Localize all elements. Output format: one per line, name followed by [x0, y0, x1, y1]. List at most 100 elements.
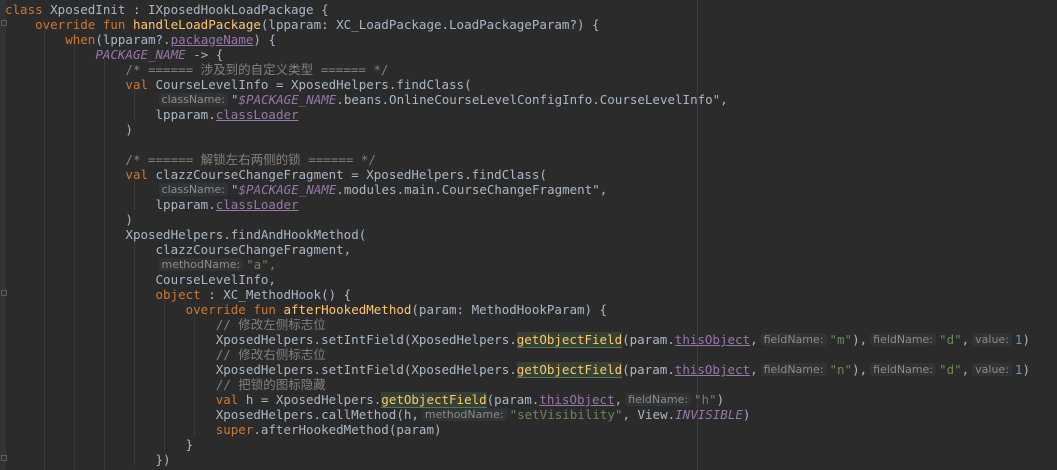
code-line[interactable]: XposedHelpers.setIntField(XposedHelpers.…	[5, 332, 1030, 348]
code-line[interactable]: XposedHelpers.setIntField(XposedHelpers.…	[5, 362, 1030, 378]
code-line[interactable]: lpparam.classLoader	[5, 197, 299, 212]
code-token: .beans.OnlineCourseLevelConfigInfo.Cours…	[336, 92, 728, 107]
code-line[interactable]: object : XC_MethodHook() {	[5, 287, 352, 302]
code-token: : XC_MethodHook() {	[200, 287, 352, 302]
parameter-hint: fieldName:	[760, 333, 827, 346]
code-line[interactable]: val clazzCourseChangeFragment = XposedHe…	[5, 167, 547, 182]
code-token: CourseLevelInfo = XposedHelpers.findClas…	[155, 77, 472, 92]
code-token: (param.	[622, 362, 675, 377]
code-token: override fun	[35, 17, 133, 32]
parameter-hint: className:	[158, 183, 228, 196]
code-token: classLoader	[215, 197, 299, 212]
code-token: // 修改右侧标志位	[215, 347, 326, 362]
parameter-hint: fieldName:	[760, 363, 827, 376]
code-line[interactable]: super.afterHookedMethod(param)	[5, 422, 442, 437]
code-token: (param.	[622, 332, 675, 347]
code-line[interactable]: clazzCourseChangeFragment,	[5, 242, 352, 257]
code-line[interactable]: override fun handleLoadPackage(lpparam: …	[5, 17, 599, 32]
code-line[interactable]: lpparam.classLoader	[5, 107, 299, 122]
code-token: /* ====== 解锁左右两侧的锁 ====== */	[125, 152, 376, 167]
code-token: )	[5, 212, 133, 227]
code-line[interactable]: PACKAGE_NAME -> {	[5, 47, 223, 62]
code-line[interactable]: className: "$PACKAGE_NAME.modules.main.Co…	[5, 182, 607, 197]
code-token: $PACKAGE_NAME	[238, 92, 337, 107]
code-line[interactable]: /* ====== 涉及到的自定义类型 ====== */	[5, 62, 388, 77]
code-line[interactable]: XposedHelpers.findAndHookMethod(	[5, 227, 366, 242]
code-token: "m"	[829, 332, 853, 347]
code-line[interactable]: when(lpparam?.packageName) {	[5, 32, 276, 47]
code-line[interactable]: CourseLevelInfo,	[5, 272, 276, 287]
code-token: XposedHelpers.setIntField(XposedHelpers.	[215, 362, 517, 377]
code-token: INVISIBLE	[675, 407, 743, 422]
code-token: })	[155, 452, 171, 467]
code-line[interactable]: // 修改左侧标志位	[5, 317, 326, 332]
code-token: getObjectField	[381, 392, 487, 408]
code-token: XposedInit	[50, 2, 126, 17]
code-token: clazzCourseChangeFragment = XposedHelper…	[155, 167, 547, 182]
code-token: CourseLevelInfo,	[155, 272, 276, 287]
code-line[interactable]: val CourseLevelInfo = XposedHelpers.find…	[5, 77, 472, 92]
code-token: object	[155, 287, 201, 302]
code-token: super	[215, 422, 254, 437]
code-line[interactable]: class XposedInit : IXposedHookLoadPackag…	[5, 2, 329, 17]
code-line[interactable]: val h = XposedHelpers.getObjectField(par…	[5, 392, 725, 408]
code-token: XposedHelpers.findAndHookMethod(	[125, 227, 367, 242]
code-token: -> {	[185, 47, 224, 62]
code-token: val	[125, 167, 156, 182]
code-token: .modules.main.CourseChangeFragment",	[336, 182, 608, 197]
code-line[interactable]: )	[5, 212, 133, 227]
code-line[interactable]: override fun afterHookedMethod(param: Me…	[5, 302, 607, 317]
code-line[interactable]: }	[5, 437, 194, 452]
code-token: afterHookedMethod	[283, 302, 412, 317]
code-editor[interactable]: class XposedInit : IXposedHookLoadPackag…	[0, 0, 1057, 470]
code-token: (param: MethodHookParam) {	[411, 302, 608, 317]
code-token: (lpparam?.	[95, 32, 171, 47]
code-token: when	[65, 32, 96, 47]
code-token: )	[742, 407, 751, 422]
code-token: /* ====== 涉及到的自定义类型 ====== */	[125, 62, 389, 77]
parameter-hint: fieldName:	[625, 393, 692, 406]
code-token: h = XposedHelpers.	[245, 392, 382, 407]
code-token: packageName	[170, 32, 254, 47]
code-token: ) {	[253, 32, 276, 47]
code-line[interactable]: methodName: "a",	[5, 257, 276, 272]
code-token: )	[716, 392, 725, 407]
code-token: "n"	[829, 362, 853, 377]
code-token: PACKAGE_NAME	[95, 47, 186, 62]
code-line[interactable]: })	[5, 452, 171, 467]
code-token: getObjectField	[516, 362, 623, 378]
code-token: lpparam.	[155, 107, 216, 122]
code-token: ),	[852, 332, 868, 347]
code-line[interactable]: className: "$PACKAGE_NAME.beans.OnlineCou…	[5, 92, 728, 107]
code-token: "a",	[246, 257, 277, 272]
code-line[interactable]: )	[5, 122, 133, 137]
code-line[interactable]: // 修改右侧标志位	[5, 347, 326, 362]
code-line[interactable]: XposedHelpers.callMethod(h, methodName: "s…	[5, 407, 751, 422]
code-token: ,	[961, 362, 970, 377]
code-token: val	[215, 392, 246, 407]
code-line[interactable]: /* ====== 解锁左右两侧的锁 ====== */	[5, 152, 376, 167]
code-token: XposedHelpers.callMethod(h,	[215, 407, 419, 422]
code-token: clazzCourseChangeFragment,	[155, 242, 352, 257]
parameter-hint: methodName:	[421, 408, 507, 421]
code-token: lpparam.	[155, 197, 216, 212]
code-token: override fun	[185, 302, 284, 317]
code-line[interactable]: // 把锁的图标隐藏	[5, 377, 326, 392]
parameter-hint: value:	[972, 333, 1012, 346]
